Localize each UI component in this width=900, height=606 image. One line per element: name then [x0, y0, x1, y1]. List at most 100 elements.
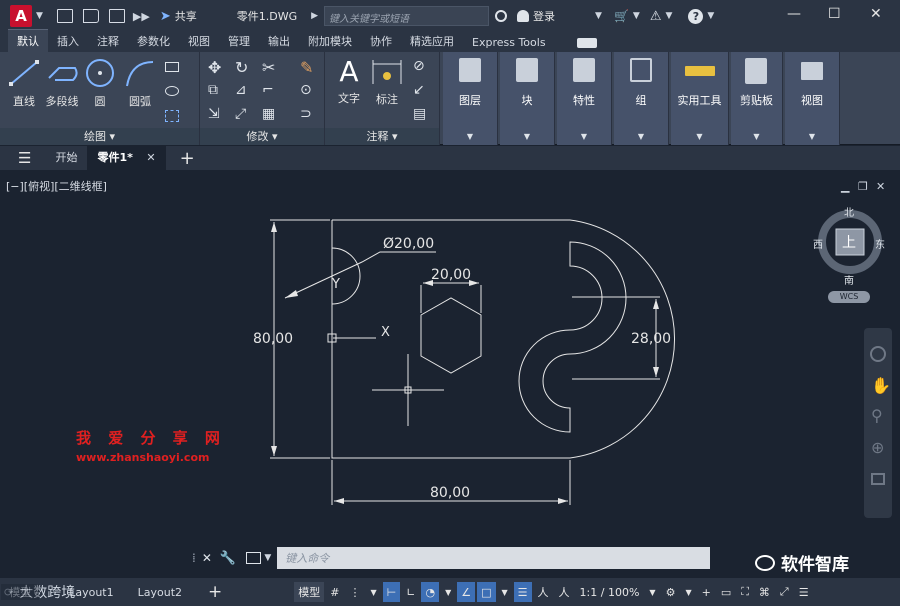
ribbon-tab-addins[interactable]: 附加模块 — [299, 30, 361, 52]
infer-icon[interactable]: ∟ — [402, 582, 419, 602]
copy-icon[interactable]: ⧉ — [208, 82, 218, 98]
viewcube[interactable]: 北 南 东 西 上 WCS — [813, 200, 885, 310]
lineweight-icon[interactable]: ☰ — [513, 582, 532, 602]
osnap-icon[interactable]: □ — [477, 582, 496, 602]
close-tab-icon[interactable]: ✕ — [146, 151, 155, 164]
customize-icon[interactable]: ☰ — [795, 582, 813, 602]
compass-west[interactable]: 西 — [813, 236, 823, 251]
viewcube-face[interactable]: 上 — [842, 232, 856, 252]
login-button[interactable]: 登录 ▼ — [517, 8, 602, 24]
share-button[interactable]: ➤ 共享 — [160, 8, 197, 24]
arc-tool[interactable]: 圆弧 — [122, 58, 158, 109]
app-menu-chevron-icon[interactable]: ▼ — [36, 11, 43, 21]
command-settings-icon[interactable]: 🔧 — [220, 551, 236, 566]
move-icon[interactable]: ✥ — [208, 58, 221, 77]
minimize-icon[interactable]: — — [787, 6, 801, 22]
snap-icon[interactable]: ⋮ — [346, 582, 365, 602]
maximize-icon[interactable]: ☐ — [828, 6, 841, 22]
ribbon-minimize-icon[interactable] — [576, 38, 597, 48]
explode-icon[interactable]: ⊙ — [300, 82, 312, 98]
polyline-tool[interactable]: 多段线 — [42, 58, 82, 109]
ribbon-tab-output[interactable]: 输出 — [259, 30, 299, 52]
drawing-viewport[interactable]: [−][俯视][二维线框] ▁ ❐ ✕ 80,00 80,00 20,00 28… — [0, 170, 900, 575]
layers-panel[interactable]: 图层 ▼ — [443, 52, 498, 145]
new-tab-icon[interactable]: + — [180, 148, 195, 169]
text-tool[interactable]: A 文字 — [333, 56, 365, 106]
hamburger-menu-icon[interactable]: ☰ — [18, 149, 31, 167]
ribbon-tab-parametric[interactable]: 参数化 — [128, 30, 179, 52]
ribbon-tab-view[interactable]: 视图 — [179, 30, 219, 52]
title-arrow-icon[interactable]: ▶ — [311, 11, 318, 21]
annotation-visibility-icon[interactable]: 人 — [534, 582, 553, 602]
ribbon-tab-annotate[interactable]: 注释 — [88, 30, 128, 52]
more-tools-icon[interactable]: ▶▶ — [133, 10, 150, 23]
mleader-icon[interactable]: ↙ — [413, 82, 425, 98]
ribbon-tab-collaborate[interactable]: 协作 — [361, 30, 401, 52]
block-panel[interactable]: 块 ▼ — [500, 52, 555, 145]
command-close-icon[interactable]: ✕ — [202, 551, 212, 565]
drawing-tab[interactable]: 零件1* ✕ — [87, 146, 166, 170]
mirror-icon[interactable]: ⊿ — [235, 82, 247, 98]
orbit-icon[interactable]: ⊕ — [871, 438, 884, 457]
wcs-button[interactable]: WCS — [828, 291, 870, 303]
close-icon[interactable]: ✕ — [870, 6, 882, 22]
osnap-chevron-icon[interactable]: ▼ — [498, 582, 512, 602]
hardware-accel-icon[interactable]: ⌘ — [755, 582, 774, 602]
isolate-icon[interactable]: ⛶ — [737, 582, 753, 602]
pan-icon[interactable]: ✋ — [871, 376, 891, 395]
annotation-scale-icon[interactable]: 人 — [555, 582, 574, 602]
fullscreen-icon[interactable]: ⤢ — [776, 582, 793, 602]
compass-south[interactable]: 南 — [844, 272, 854, 287]
polar-chevron-icon[interactable]: ▼ — [441, 582, 455, 602]
search-icon[interactable] — [495, 10, 508, 22]
erase-icon[interactable]: ✎ — [300, 58, 313, 77]
new-file-icon[interactable] — [56, 9, 73, 23]
compass-north[interactable]: 北 — [844, 204, 854, 219]
rotate-icon[interactable]: ↻ — [235, 58, 248, 77]
properties-panel[interactable]: 特性 ▼ — [557, 52, 612, 145]
model-space-button[interactable]: 模型 — [294, 582, 325, 602]
view-panel[interactable]: 视图 ▼ — [785, 52, 840, 145]
command-history-chevron-icon[interactable]: ▼ — [264, 553, 271, 563]
open-folder-icon[interactable] — [82, 9, 99, 23]
steering-wheel-icon[interactable] — [870, 346, 886, 362]
boundary-icon[interactable] — [165, 110, 179, 122]
add-layout-icon[interactable]: + — [208, 582, 222, 602]
ribbon-tab-featured-apps[interactable]: 精选应用 — [401, 30, 463, 52]
leader-icon[interactable]: ⊘ — [413, 58, 425, 74]
table-icon[interactable]: ▤ — [413, 106, 426, 122]
start-tab[interactable]: 开始 — [45, 146, 87, 170]
ribbon-tab-default[interactable]: 默认 — [8, 29, 48, 52]
stretch-icon[interactable]: ⇲ — [208, 106, 220, 122]
offset-icon[interactable]: ⊃ — [300, 106, 312, 122]
grid-icon[interactable]: # — [326, 582, 343, 602]
snap-chevron-icon[interactable]: ▼ — [367, 582, 381, 602]
dimension-tool[interactable]: 标注 — [369, 58, 405, 107]
help-icon[interactable]: ? — [688, 8, 704, 24]
trim-icon[interactable]: ✂ — [262, 58, 275, 77]
layout2-tab[interactable]: Layout2 — [130, 586, 190, 599]
scale-display[interactable]: 1:1 / 100% — [576, 582, 644, 602]
command-history-icon[interactable] — [246, 552, 262, 564]
group-panel[interactable]: 组 ▼ — [614, 52, 669, 145]
array-icon[interactable]: ▦ — [262, 106, 275, 122]
units-icon[interactable]: ▭ — [717, 582, 735, 602]
app-logo[interactable]: A — [10, 5, 32, 27]
scale-chevron-icon[interactable]: ▼ — [645, 582, 659, 602]
save-icon[interactable] — [108, 9, 125, 23]
layout1-tab[interactable]: Layout1 — [61, 586, 121, 599]
cart-icon[interactable]: 🛒 — [614, 9, 629, 23]
rectangle-icon[interactable] — [165, 62, 179, 72]
connect-icon[interactable]: ⚠ — [650, 9, 662, 24]
command-input[interactable]: 键入命令 — [277, 547, 710, 569]
hatch-icon[interactable] — [165, 86, 179, 96]
ribbon-tab-insert[interactable]: 插入 — [48, 30, 88, 52]
command-grip-icon[interactable]: ⁞ — [192, 551, 196, 565]
ortho-icon[interactable]: ⊢ — [382, 582, 401, 602]
polar-icon[interactable]: ◔ — [421, 582, 440, 602]
fillet-icon[interactable]: ⌐ — [262, 82, 274, 98]
model-tab[interactable]: 模型 — [1, 584, 40, 600]
workspace-chevron-icon[interactable]: ▼ — [681, 582, 695, 602]
ribbon-tab-express-tools[interactable]: Express Tools — [463, 33, 555, 52]
clipboard-panel[interactable]: 剪贴板 ▼ — [731, 52, 783, 145]
